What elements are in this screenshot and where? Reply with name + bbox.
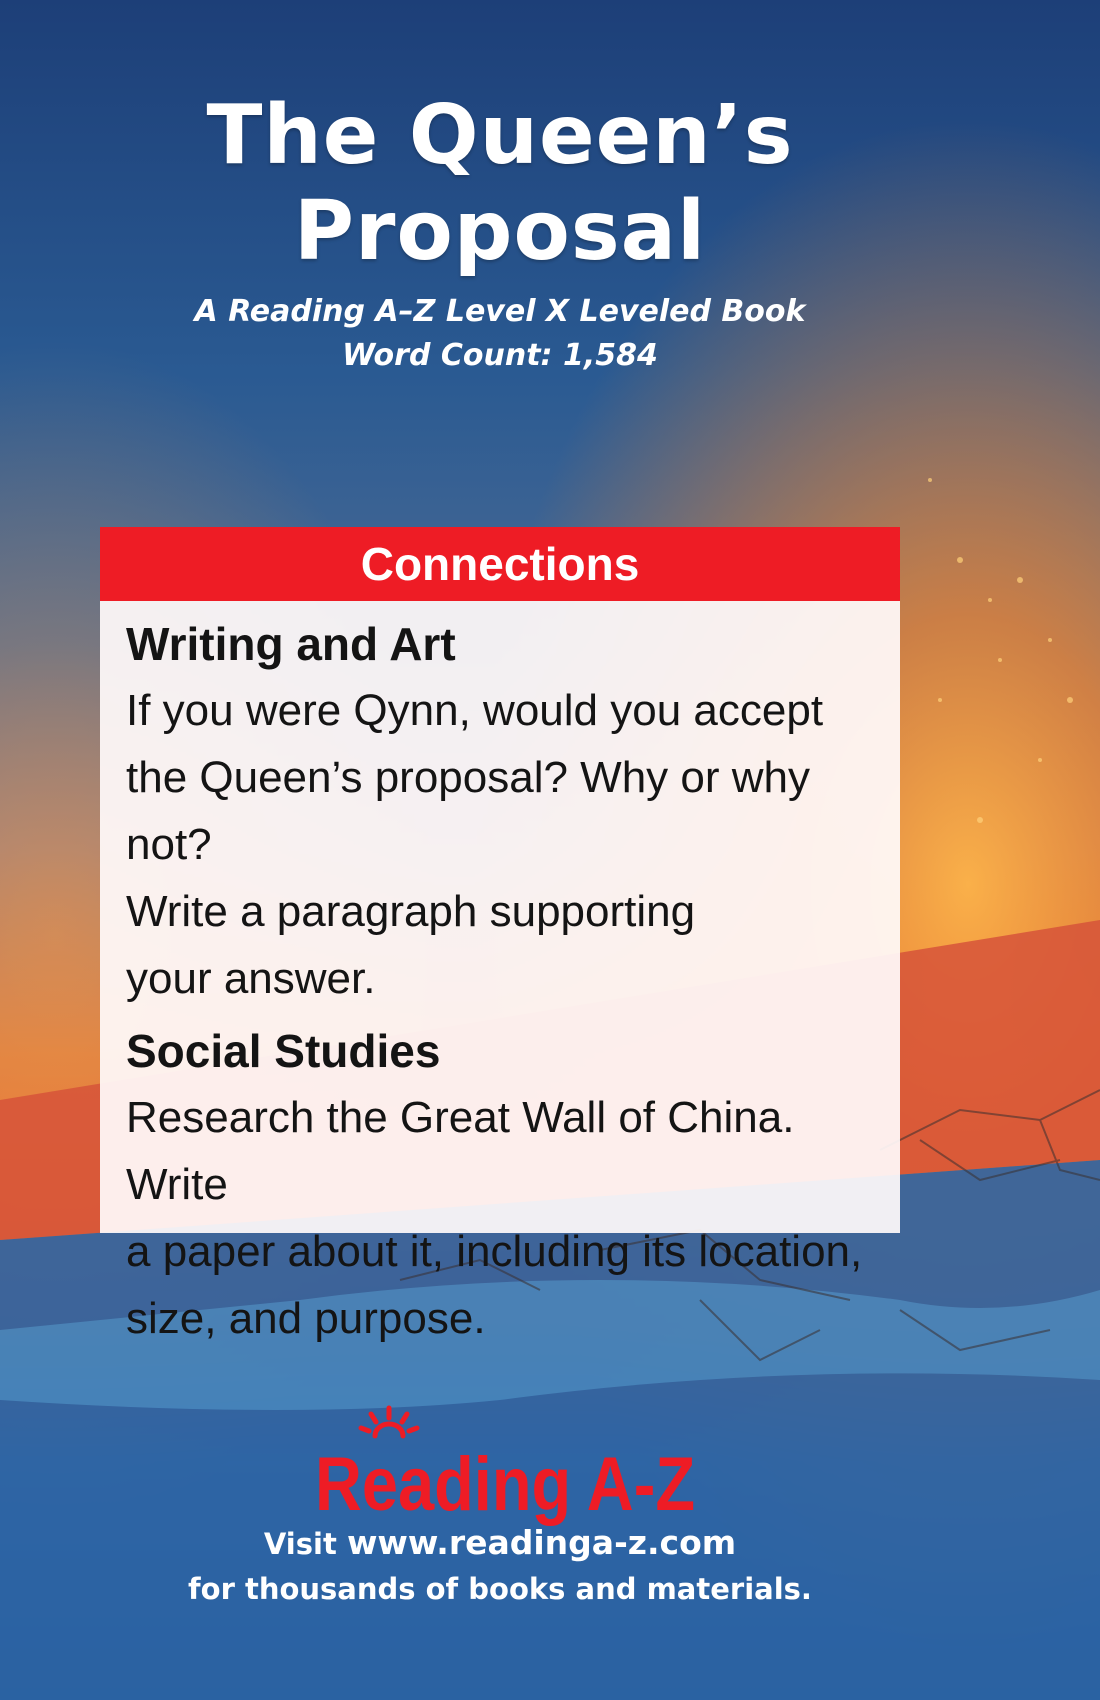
connections-panel: Connections Writing and Art If you were … [100, 527, 900, 1343]
level-line: A Reading A–Z Level X Leveled Book [194, 294, 806, 329]
book-subtitle: A Reading A–Z Level X Leveled Book Word … [0, 290, 1000, 378]
text-line: Research the Great Wall of China. Write [126, 1093, 795, 1209]
book-title-line-2: Proposal [293, 184, 707, 279]
text-line: a paper about it, including its location… [126, 1227, 863, 1276]
section-text-writing-art: If you were Qynn, would you accept the Q… [126, 677, 874, 1012]
section-text-social-studies: Research the Great Wall of China. Write … [126, 1084, 874, 1352]
text-line: If you were Qynn, would you accept [126, 686, 824, 735]
text-line: the Queen’s proposal? Why or why not? [126, 753, 810, 869]
footer: Visit www.readinga-z.com for thousands o… [0, 1520, 1000, 1612]
word-count-line: Word Count: 1,584 [342, 338, 658, 373]
book-title-line-1: The Queen’s [206, 88, 794, 183]
section-heading-writing-art: Writing and Art [126, 618, 456, 670]
footer-tagline: for thousands of books and materials. [188, 1572, 812, 1606]
footer-visit-line: Visit www.readinga-z.com [0, 1520, 1000, 1567]
connections-body: Writing and Art If you were Qynn, would … [100, 601, 900, 1352]
visit-label: Visit [263, 1527, 337, 1561]
text-line: Write a paragraph supporting [126, 887, 696, 936]
section-heading-social-studies: Social Studies [126, 1025, 441, 1077]
text-line: your answer. [126, 954, 376, 1003]
website-link[interactable]: www.readinga-z.com [347, 1523, 736, 1562]
book-title: The Queen’s Proposal [0, 88, 1000, 280]
text-line: size, and purpose. [126, 1294, 486, 1343]
reading-a-z-logo: Reading A-Z [315, 1405, 695, 1527]
sun-icon [358, 1405, 420, 1439]
connections-header: Connections [100, 527, 900, 601]
logo-wordmark: Reading A-Z [315, 1442, 695, 1527]
